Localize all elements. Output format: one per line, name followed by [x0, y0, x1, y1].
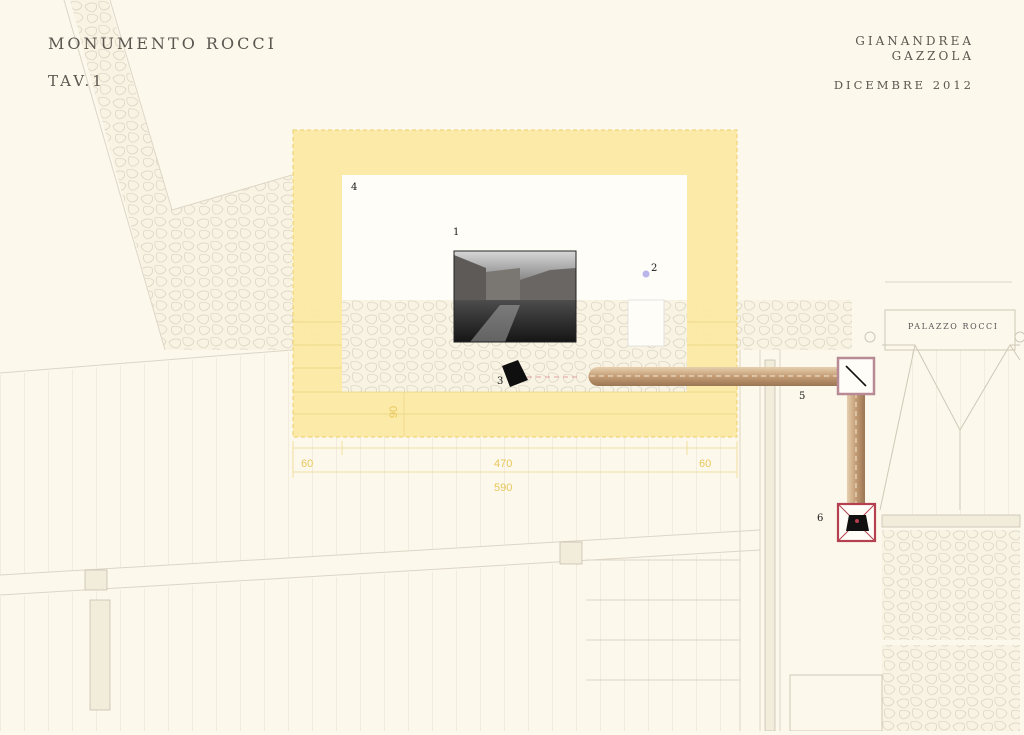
item-number-5: 5 — [799, 391, 806, 402]
site-plan-drawing: MONUMENTO ROCCI TAV.1 GIANANDREA GAZZOLA… — [0, 0, 1024, 732]
dimension-left: 60 — [301, 458, 314, 470]
dimension-vertical: 90 — [388, 405, 401, 419]
drawing-title: MONUMENTO ROCCI — [48, 34, 277, 53]
plan-svg — [0, 0, 1024, 732]
dimension-right: 60 — [699, 458, 712, 470]
photograph-display — [453, 250, 577, 343]
author-first-name: GIANANDREA — [855, 34, 974, 48]
item-number-3: 3 — [497, 376, 504, 387]
author-name: GIANANDREA GAZZOLA — [855, 34, 974, 64]
item-number-1: 1 — [453, 227, 460, 238]
dimension-center: 470 — [494, 458, 513, 470]
dimension-total: 590 — [494, 482, 513, 494]
item-number-2: 2 — [651, 263, 658, 274]
sheet-number: TAV.1 — [48, 72, 105, 90]
drawing-date: DICEMBRE 2012 — [833, 78, 974, 92]
item-number-4: 4 — [351, 182, 358, 193]
building-label: PALAZZO ROCCI — [908, 322, 999, 331]
author-last-name: GAZZOLA — [891, 49, 974, 63]
mirror-box — [836, 356, 876, 396]
eyepiece-box — [836, 502, 877, 543]
light-point — [642, 270, 650, 278]
item-number-6: 6 — [817, 513, 824, 524]
